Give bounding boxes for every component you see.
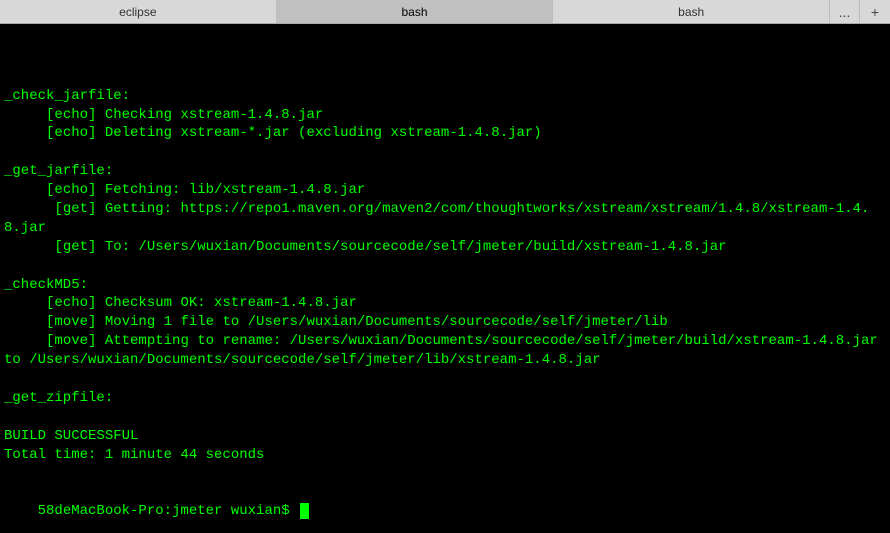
cursor-block: [300, 503, 309, 519]
tab-eclipse[interactable]: eclipse: [0, 0, 277, 23]
plus-icon: +: [871, 4, 879, 20]
tabs-add-button[interactable]: +: [860, 0, 890, 23]
tab-bash[interactable]: bash: [553, 0, 830, 23]
tabs-more-button[interactable]: ...: [830, 0, 860, 23]
tab-label: bash: [401, 5, 427, 19]
tab-label: bash: [678, 5, 704, 19]
tab-bash-active[interactable]: bash: [277, 0, 554, 23]
ellipsis-icon: ...: [839, 4, 851, 20]
tab-label: eclipse: [119, 5, 156, 19]
terminal-output: _check_jarfile: [echo] Checking xstream-…: [4, 68, 886, 465]
terminal-area[interactable]: _check_jarfile: [echo] Checking xstream-…: [0, 24, 890, 533]
terminal-prompt: 58deMacBook-Pro:jmeter wuxian$: [38, 503, 298, 519]
tab-bar: eclipse bash bash ... +: [0, 0, 890, 24]
